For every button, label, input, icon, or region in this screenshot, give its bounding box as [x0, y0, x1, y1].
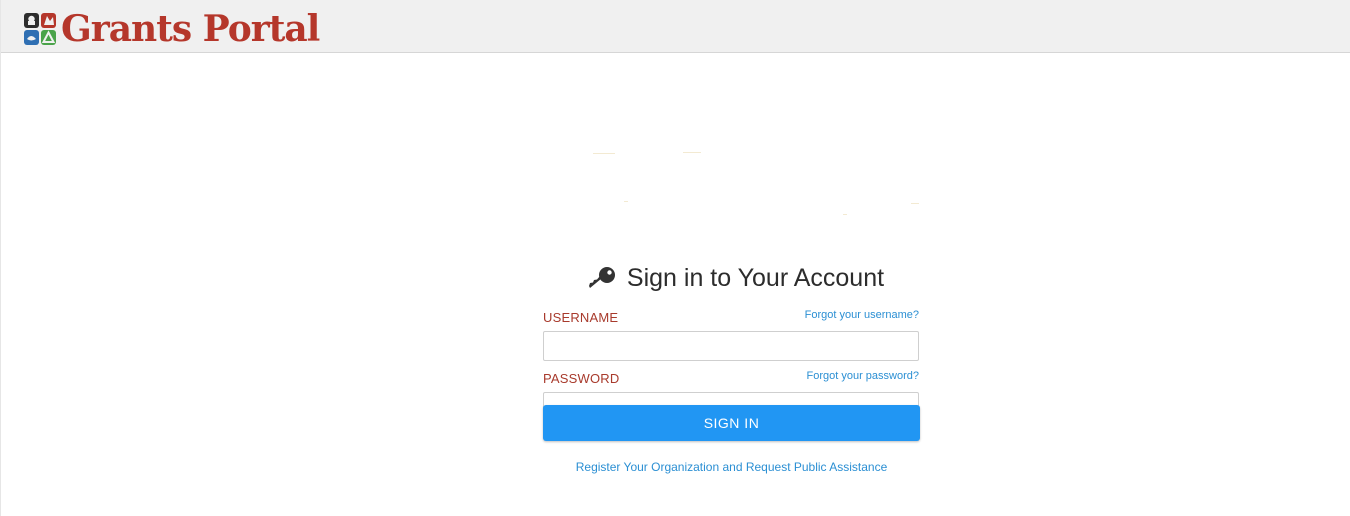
faint-artifact: [843, 214, 847, 215]
page: Grants Portal Sign in to Your Account US…: [0, 0, 1350, 516]
signin-button[interactable]: SIGN IN: [543, 405, 920, 441]
forgot-password-link[interactable]: Forgot your password?: [807, 370, 920, 382]
top-bar: Grants Portal: [1, 0, 1350, 53]
password-label: PASSWORD: [543, 371, 620, 386]
grants-portal-logo[interactable]: Grants Portal: [23, 8, 320, 50]
faint-artifact: [624, 201, 628, 202]
username-label: USERNAME: [543, 310, 619, 325]
logo-text: Grants Portal: [61, 8, 320, 50]
key-icon: [588, 267, 615, 288]
logo-emblem-icon: [24, 13, 56, 45]
faint-artifact: [683, 152, 701, 153]
faint-artifact: [911, 203, 919, 204]
username-input[interactable]: [543, 331, 919, 361]
faint-artifact: [593, 153, 615, 154]
signin-form: Sign in to Your Account USERNAME Forgot …: [543, 262, 920, 474]
register-organization-link[interactable]: Register Your Organization and Request P…: [543, 460, 920, 474]
signin-heading: Sign in to Your Account: [551, 262, 920, 294]
forgot-username-link[interactable]: Forgot your username?: [805, 309, 919, 321]
signin-title: Sign in to Your Account: [626, 263, 885, 292]
